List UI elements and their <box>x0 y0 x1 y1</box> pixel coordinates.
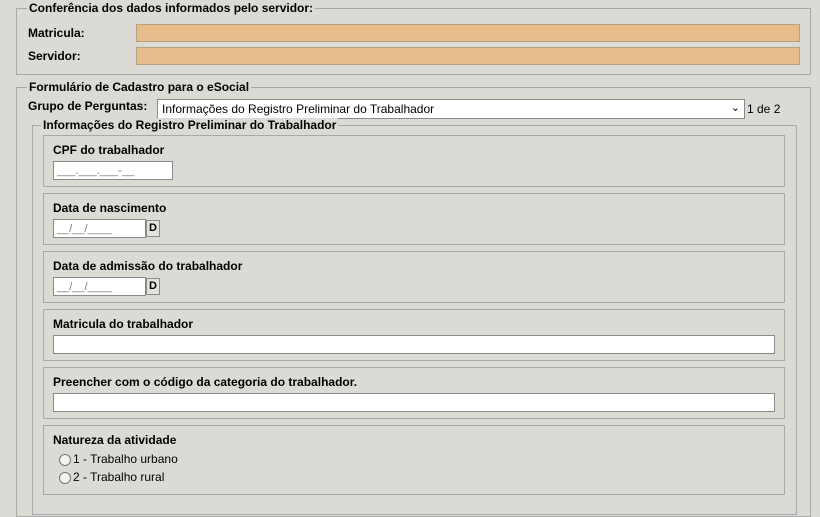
chevron-down-icon: ⌄ <box>730 102 740 114</box>
nascimento-panel: Data de nascimento __/__/____ D <box>43 193 785 245</box>
servidor-label: Servidor: <box>28 49 81 63</box>
nascimento-label: Data de nascimento <box>53 201 167 215</box>
categoria-label: Preencher com o código da categoria do t… <box>53 375 358 389</box>
radio-button[interactable] <box>59 453 71 466</box>
cpf-label: CPF do trabalhador <box>53 143 165 157</box>
admissao-input[interactable]: __/__/____ <box>53 277 146 296</box>
matricula-trabalhador-input[interactable] <box>53 335 775 354</box>
grupo-perguntas-select[interactable]: Informações do Registro Preliminar do Tr… <box>157 99 745 119</box>
categoria-input[interactable] <box>53 393 775 412</box>
servidor-readonly-field <box>136 47 800 65</box>
natureza-option-urbano[interactable]: 1 - Trabalho urbano <box>59 452 178 466</box>
natureza-option-label: 2 - Trabalho rural <box>73 470 165 484</box>
cpf-panel: CPF do trabalhador ___.___.___-__ <box>43 135 785 187</box>
matricula-readonly-field <box>136 24 800 42</box>
conferencia-legend: Conferência dos dados informados pelo se… <box>27 1 316 15</box>
admissao-label: Data de admissão do trabalhador <box>53 259 243 273</box>
registro-legend: Informações do Registro Preliminar do Tr… <box>41 118 339 132</box>
admissao-date-button[interactable]: D <box>146 278 160 295</box>
nascimento-date-button[interactable]: D <box>146 220 160 237</box>
radio-button[interactable] <box>59 471 71 484</box>
grupo-perguntas-selected: Informações do Registro Preliminar do Tr… <box>162 102 435 116</box>
natureza-label: Natureza da atividade <box>53 433 177 447</box>
grupo-perguntas-label: Grupo de Perguntas: <box>28 99 148 113</box>
cpf-input[interactable]: ___.___.___-__ <box>53 161 173 180</box>
matricula-trabalhador-label: Matricula do trabalhador <box>53 317 194 331</box>
natureza-option-rural[interactable]: 2 - Trabalho rural <box>59 470 164 484</box>
natureza-panel: Natureza da atividade 1 - Trabalho urban… <box>43 425 785 495</box>
matricula-trabalhador-panel: Matricula do trabalhador <box>43 309 785 361</box>
matricula-label: Matricula: <box>28 26 85 40</box>
nascimento-input[interactable]: __/__/____ <box>53 219 146 238</box>
grupo-page-indicator: 1 de 2 <box>747 102 781 116</box>
formulario-legend: Formulário de Cadastro para o eSocial <box>27 80 252 94</box>
natureza-option-label: 1 - Trabalho urbano <box>73 452 178 466</box>
categoria-panel: Preencher com o código da categoria do t… <box>43 367 785 419</box>
admissao-panel: Data de admissão do trabalhador __/__/__… <box>43 251 785 303</box>
